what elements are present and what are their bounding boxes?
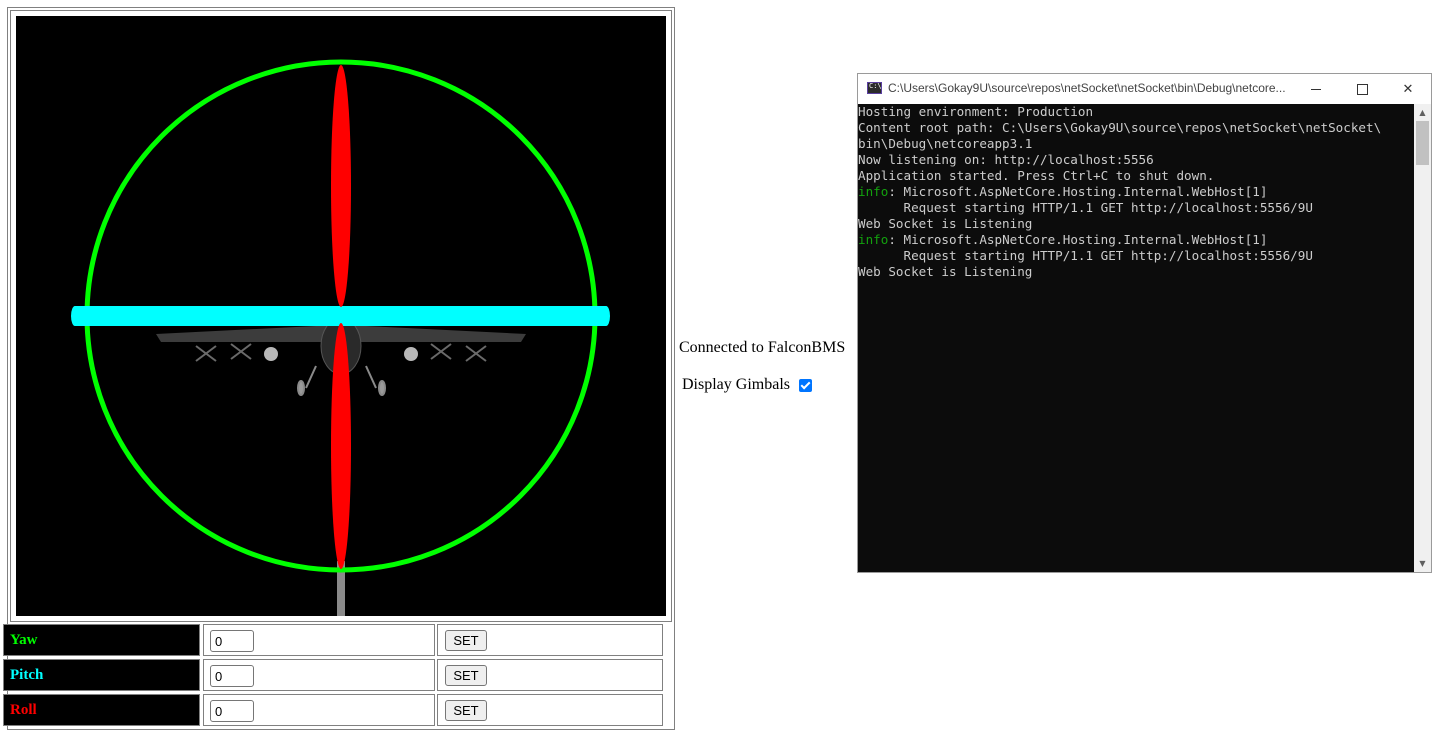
- display-gimbals-checkbox[interactable]: [799, 378, 812, 392]
- pitch-input[interactable]: [210, 665, 254, 687]
- connection-status: Connected to FalconBMS: [679, 339, 846, 356]
- maximize-button[interactable]: [1339, 74, 1385, 104]
- console-line: Application started. Press Ctrl+C to shu…: [858, 168, 1414, 184]
- yaw-label: Yaw: [10, 632, 38, 648]
- console-line-text: Web Socket is Listening: [858, 264, 1033, 279]
- console-line: Web Socket is Listening: [858, 216, 1414, 232]
- console-line-text: Now listening on: http://localhost:5556: [858, 152, 1154, 167]
- console-line: info: Microsoft.AspNetCore.Hosting.Inter…: [858, 184, 1414, 200]
- console-line: Hosting environment: Production: [858, 104, 1414, 120]
- yaw-set-button[interactable]: SET: [445, 630, 487, 651]
- console-scrollbar[interactable]: ▲ ▼: [1414, 104, 1431, 572]
- console-line-text: Request starting HTTP/1.1 GET http://loc…: [858, 200, 1313, 215]
- console-line: Now listening on: http://localhost:5556: [858, 152, 1414, 168]
- scroll-down-icon[interactable]: ▼: [1414, 555, 1431, 572]
- aircraft-tank-left: [264, 347, 278, 361]
- console-line: Request starting HTTP/1.1 GET http://loc…: [858, 200, 1414, 216]
- roll-input[interactable]: [210, 700, 254, 722]
- minimize-button[interactable]: [1293, 74, 1339, 104]
- roll-set-button[interactable]: SET: [445, 700, 487, 721]
- console-line-prefix: info: [858, 232, 889, 247]
- console-app-icon: [867, 82, 882, 94]
- display-gimbals-label: Display Gimbals: [682, 376, 790, 393]
- pitch-gimbal-bar: [71, 306, 610, 326]
- scroll-thumb[interactable]: [1416, 121, 1429, 165]
- console-line: Content root path: C:\Users\Gokay9U\sour…: [858, 120, 1414, 136]
- pitch-label: Pitch: [10, 667, 44, 683]
- aircraft-tank-right: [404, 347, 418, 361]
- console-title: C:\Users\Gokay9U\source\repos\netSocket\…: [888, 81, 1286, 95]
- yaw-input[interactable]: [210, 630, 254, 652]
- display-gimbals-control: Display Gimbals: [682, 376, 812, 394]
- console-line-text: bin\Debug\netcoreapp3.1: [858, 136, 1033, 151]
- console-line-text: Request starting HTTP/1.1 GET http://loc…: [858, 248, 1313, 263]
- close-button[interactable]: ✕: [1385, 74, 1431, 104]
- maximize-icon: [1356, 83, 1368, 95]
- console-line-text: Hosting environment: Production: [858, 104, 1094, 119]
- console-window: C:\Users\Gokay9U\source\repos\netSocket\…: [857, 73, 1432, 573]
- console-line-text: Web Socket is Listening: [858, 216, 1033, 231]
- console-line-text: : Microsoft.AspNetCore.Hosting.Internal.…: [888, 232, 1268, 247]
- console-line-text: : Microsoft.AspNetCore.Hosting.Internal.…: [888, 184, 1268, 199]
- close-icon: ✕: [1402, 81, 1414, 97]
- console-line: Web Socket is Listening: [858, 264, 1414, 280]
- console-line-text: Application started. Press Ctrl+C to shu…: [858, 168, 1215, 183]
- roll-label: Roll: [10, 702, 37, 718]
- pitch-set-button[interactable]: SET: [445, 665, 487, 686]
- gimbal-viewport[interactable]: [16, 16, 666, 616]
- roll-gimbal-bar-bottom: [331, 323, 351, 569]
- console-output[interactable]: Hosting environment: Production Content r…: [858, 104, 1414, 572]
- console-line-prefix: info: [858, 184, 889, 199]
- console-line: info: Microsoft.AspNetCore.Hosting.Inter…: [858, 232, 1414, 248]
- gimbal-svg: [71, 59, 610, 616]
- console-titlebar[interactable]: C:\Users\Gokay9U\source\repos\netSocket\…: [858, 74, 1431, 104]
- roll-gimbal-bar-top: [331, 65, 351, 307]
- console-line: Request starting HTTP/1.1 GET http://loc…: [858, 248, 1414, 264]
- scroll-up-icon[interactable]: ▲: [1414, 104, 1431, 121]
- console-line: bin\Debug\netcoreapp3.1: [858, 136, 1414, 152]
- console-line-text: Content root path: C:\Users\Gokay9U\sour…: [858, 120, 1382, 135]
- minimize-icon: [1311, 88, 1321, 90]
